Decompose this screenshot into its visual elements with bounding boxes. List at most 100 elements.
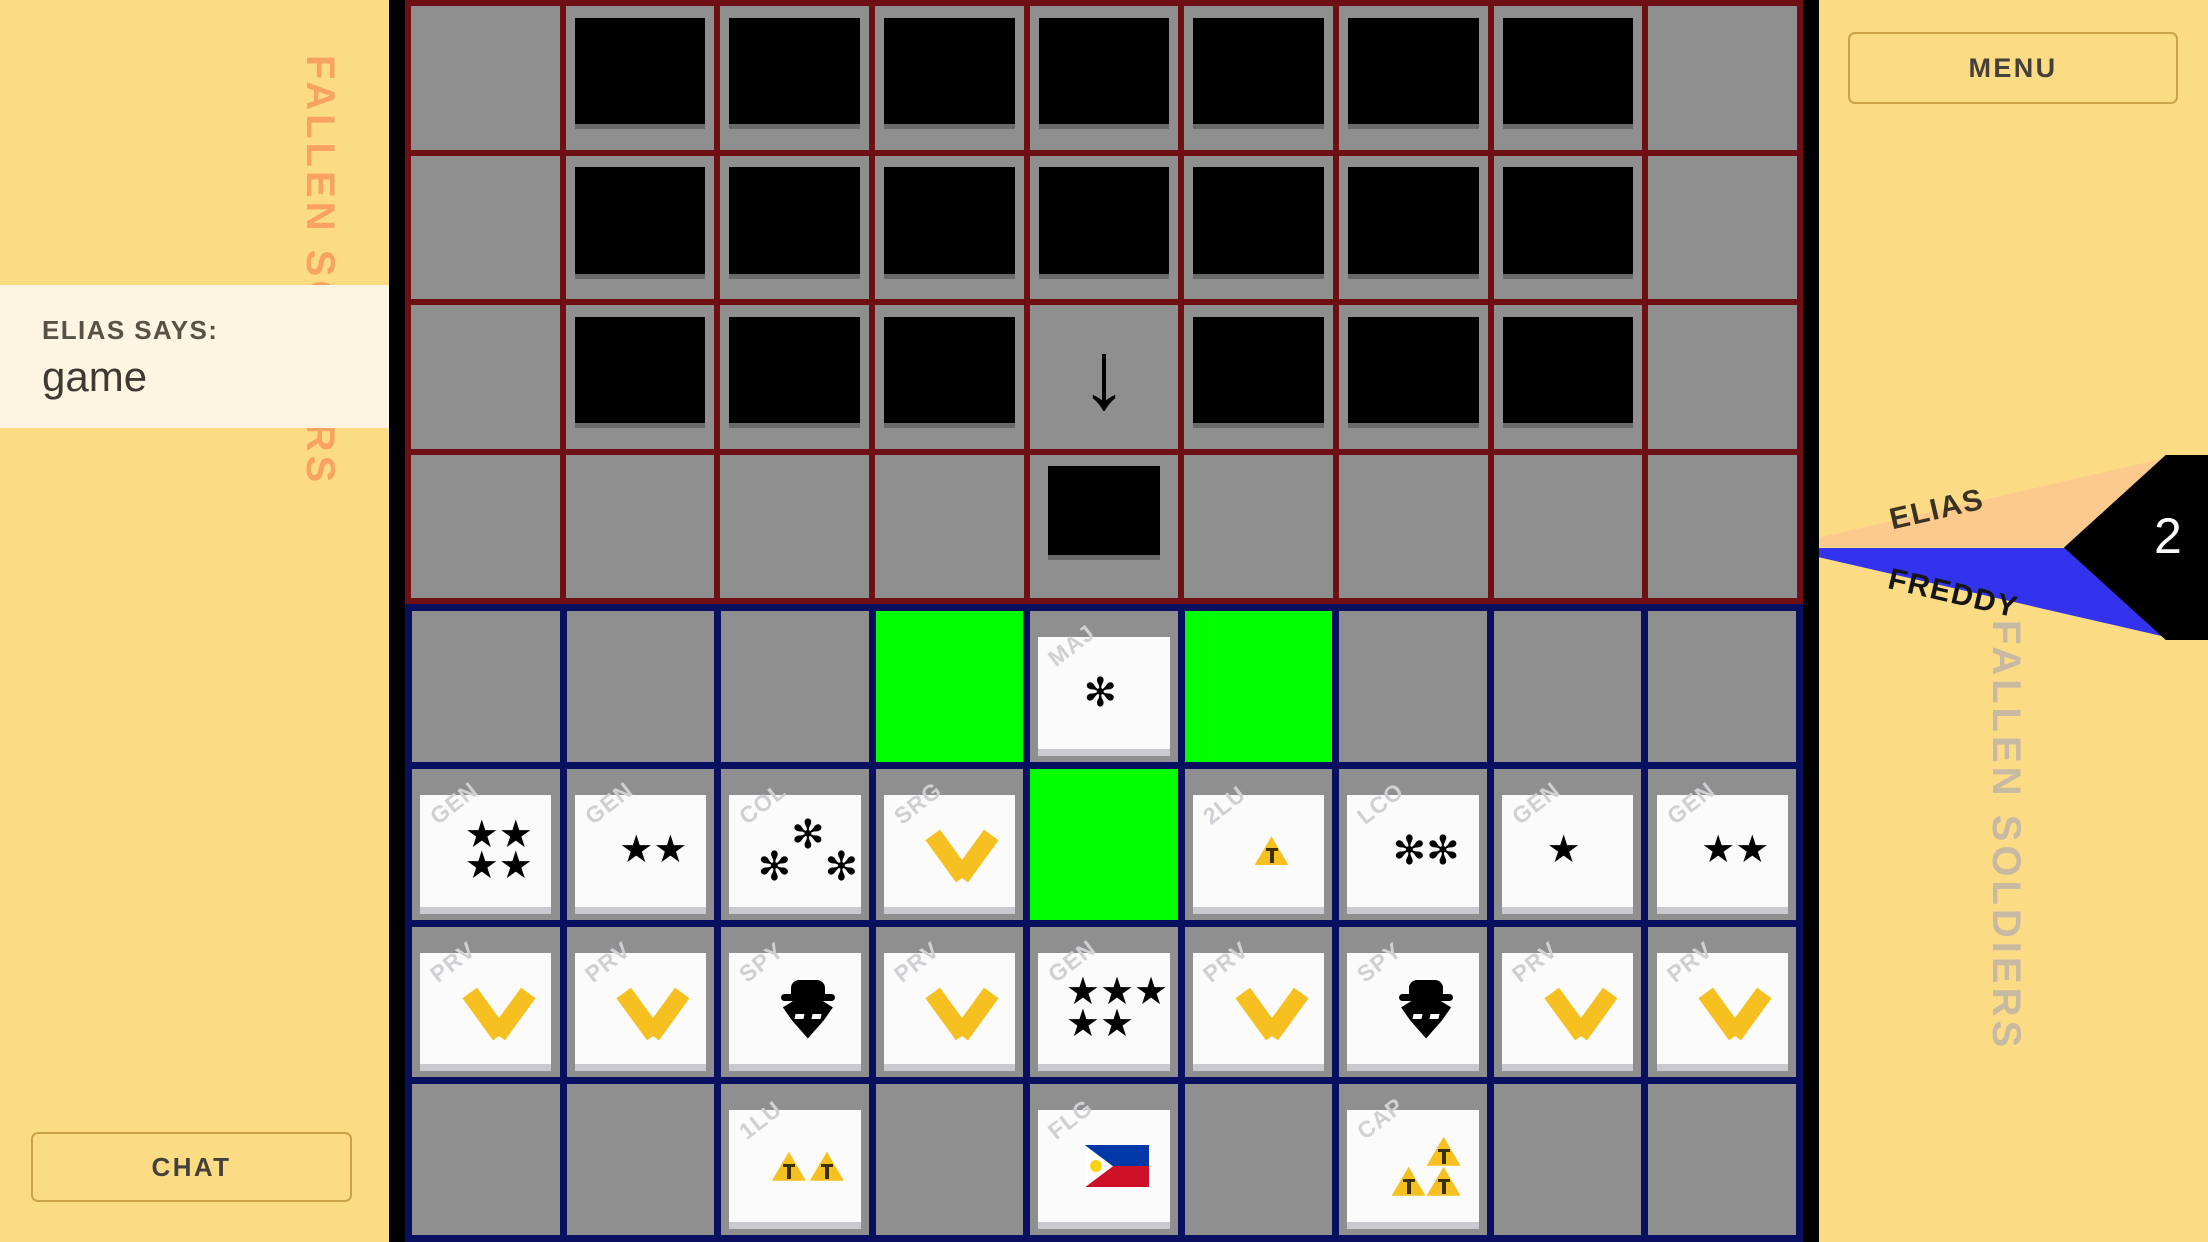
board-cell-piece[interactable]: CAP xyxy=(1339,1084,1487,1235)
board-cell-empty[interactable] xyxy=(720,454,869,598)
board-cell-piece[interactable]: GEN ★ ★ xyxy=(1648,768,1796,920)
hidden-enemy-piece[interactable] xyxy=(875,305,1024,449)
board-cell-empty[interactable] xyxy=(566,1084,715,1235)
board-cell-empty[interactable] xyxy=(411,6,560,150)
board-cell-piece[interactable]: GEN ★ ★ xyxy=(566,768,715,920)
piece-tile-gen[interactable]: GEN ★ ★ ★ ★ xyxy=(420,776,552,907)
board-cell-empty[interactable] xyxy=(566,611,715,762)
hidden-enemy-piece[interactable] xyxy=(565,155,715,299)
board-cell-empty[interactable] xyxy=(1339,611,1487,762)
board-cell-empty[interactable] xyxy=(1648,454,1797,598)
hidden-enemy-piece[interactable] xyxy=(1184,155,1333,299)
hidden-enemy-piece[interactable] xyxy=(875,6,1024,150)
hidden-enemy-piece[interactable] xyxy=(720,305,869,449)
board-cell-empty[interactable] xyxy=(1493,611,1642,762)
board-cell-piece[interactable]: GEN ★ ★ ★ ★ ★ xyxy=(1030,926,1178,1078)
board-cell-highlighted[interactable] xyxy=(1030,768,1178,920)
hidden-enemy-piece[interactable] xyxy=(1029,155,1179,299)
board-cell-empty[interactable] xyxy=(1493,1084,1642,1235)
board-cell-empty[interactable] xyxy=(411,155,560,299)
board-cell-empty[interactable] xyxy=(1648,6,1797,150)
board-cell-piece[interactable]: 1LU xyxy=(721,1084,869,1235)
board-cell-piece[interactable]: PRV xyxy=(412,926,560,1078)
piece-tile-prv[interactable]: PRV xyxy=(1656,936,1788,1065)
board-cell-piece[interactable]: SPY xyxy=(1339,926,1487,1078)
piece-tile-srg[interactable]: SRG xyxy=(883,776,1016,907)
piece-tile-spy[interactable]: SPY xyxy=(729,937,861,1065)
hidden-enemy-piece[interactable] xyxy=(875,155,1024,299)
hidden-enemy-piece[interactable] xyxy=(1493,305,1643,449)
board-cell-empty[interactable] xyxy=(1184,1084,1333,1235)
move-direction-indicator[interactable]: ↓ xyxy=(1029,305,1179,449)
piece-tile-prv[interactable]: PRV xyxy=(1192,936,1325,1065)
piece-tile-prv[interactable]: PRV xyxy=(883,936,1016,1065)
board-cell-piece[interactable]: PRV xyxy=(875,926,1024,1078)
menu-button[interactable]: MENU xyxy=(1848,32,2178,104)
board-cell-empty[interactable] xyxy=(1648,611,1796,762)
hidden-enemy-piece[interactable] xyxy=(1184,305,1333,449)
piece-tile-gen[interactable]: GEN ★ ★ ★ ★ ★ xyxy=(1038,934,1170,1065)
hidden-enemy-piece[interactable] xyxy=(1029,6,1179,150)
spy-insignia xyxy=(777,978,839,1040)
board-cell-piece[interactable]: PRV xyxy=(1184,926,1333,1078)
piece-tile-gen[interactable]: GEN ★ ★ xyxy=(574,776,706,907)
piece-tile-1lu[interactable]: 1LU xyxy=(729,1096,861,1223)
player-board-grid[interactable]: MAJ ✻ GEN ★ ★ ★ ★ GEN ★ ★ COL ✻ ✻ ✻ SRG 2LU LCO ✻ ✻ GEN ★ GEN… xyxy=(405,604,1803,1242)
hidden-enemy-piece[interactable] xyxy=(1493,6,1643,150)
hidden-enemy-piece[interactable] xyxy=(1339,305,1488,449)
board-cell-highlighted[interactable] xyxy=(1184,611,1333,762)
board-cell-piece[interactable]: SPY xyxy=(721,926,869,1078)
chat-button[interactable]: CHAT xyxy=(31,1132,352,1202)
board-cell-empty[interactable] xyxy=(1184,454,1333,598)
board-cell-piece[interactable]: PRV xyxy=(1648,926,1796,1078)
piece-tile-gen[interactable]: GEN ★ xyxy=(1501,776,1634,907)
board-cell-highlighted[interactable] xyxy=(875,611,1024,762)
piece-tile-prv[interactable]: PRV xyxy=(1501,936,1634,1065)
board-cell-empty[interactable] xyxy=(1648,1084,1796,1235)
spy-figure-icon xyxy=(777,978,839,1040)
board-cell-empty[interactable] xyxy=(721,611,869,762)
piece-tile-prv[interactable]: PRV xyxy=(420,936,552,1065)
hidden-enemy-piece[interactable] xyxy=(720,155,869,299)
piece-tile-lco[interactable]: LCO ✻ ✻ xyxy=(1347,777,1479,907)
board-cell-empty[interactable] xyxy=(875,454,1024,598)
board-cell-empty[interactable] xyxy=(875,1084,1024,1235)
board-cell-piece[interactable]: SRG xyxy=(875,768,1024,920)
board-cell-empty[interactable] xyxy=(1493,454,1643,598)
piece-tile-col[interactable]: COL ✻ ✻ ✻ xyxy=(729,777,861,907)
hidden-enemy-piece[interactable] xyxy=(565,6,715,150)
board-cell-empty[interactable] xyxy=(412,1084,560,1235)
piece-tile-maj[interactable]: MAJ ✻ xyxy=(1038,619,1170,749)
enemy-board-grid[interactable]: ↓ xyxy=(405,0,1803,604)
board-cell-piece[interactable]: 2LU xyxy=(1184,768,1333,920)
piece-tile-2lu[interactable]: 2LU xyxy=(1192,780,1325,907)
game-board[interactable]: ↓ MAJ ✻ GEN ★ ★ ★ ★ GEN ★ ★ COL ✻ ✻ ✻ SRG 2LU LCO ✻ ✻ GEN ★ G… xyxy=(389,0,1819,1242)
board-cell-empty[interactable] xyxy=(1339,454,1488,598)
board-cell-piece[interactable]: GEN ★ ★ ★ ★ xyxy=(412,768,560,920)
hidden-enemy-piece[interactable] xyxy=(1339,155,1488,299)
hidden-enemy-piece[interactable] xyxy=(1029,454,1179,598)
board-cell-piece[interactable]: GEN ★ xyxy=(1493,768,1642,920)
board-cell-empty[interactable] xyxy=(412,611,560,762)
board-cell-piece[interactable]: PRV xyxy=(1493,926,1642,1078)
board-cell-empty[interactable] xyxy=(1648,305,1797,449)
hidden-enemy-piece[interactable] xyxy=(1184,6,1333,150)
board-cell-piece[interactable]: FLG xyxy=(1030,1084,1178,1235)
hidden-enemy-piece[interactable] xyxy=(720,6,869,150)
hidden-enemy-piece[interactable] xyxy=(1339,6,1488,150)
board-cell-piece[interactable]: PRV xyxy=(566,926,715,1078)
board-cell-empty[interactable] xyxy=(411,305,560,449)
board-cell-empty[interactable] xyxy=(411,454,560,598)
hidden-enemy-piece[interactable] xyxy=(1493,155,1643,299)
board-cell-piece[interactable]: LCO ✻ ✻ xyxy=(1339,768,1487,920)
board-cell-empty[interactable] xyxy=(1648,155,1797,299)
board-cell-piece[interactable]: MAJ ✻ xyxy=(1030,611,1178,762)
hidden-enemy-piece[interactable] xyxy=(565,305,715,449)
piece-tile-spy[interactable]: SPY xyxy=(1347,937,1479,1065)
piece-tile-gen[interactable]: GEN ★ ★ xyxy=(1656,776,1788,907)
piece-tile-cap[interactable]: CAP xyxy=(1347,1093,1479,1223)
board-cell-piece[interactable]: COL ✻ ✻ ✻ xyxy=(721,768,869,920)
board-cell-empty[interactable] xyxy=(565,454,715,598)
piece-tile-flg[interactable]: FLG xyxy=(1038,1094,1170,1223)
piece-tile-prv[interactable]: PRV xyxy=(574,936,706,1065)
